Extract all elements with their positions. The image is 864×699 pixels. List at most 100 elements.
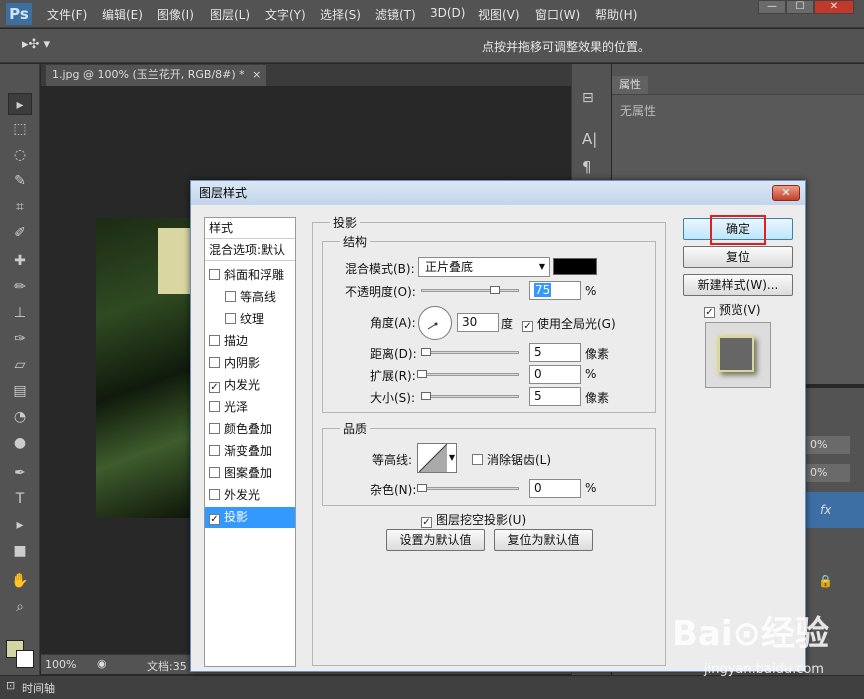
preview-option[interactable]: ✓ 预览(V) bbox=[704, 301, 761, 318]
distance-slider-track[interactable] bbox=[421, 351, 519, 354]
style-outer-glow[interactable]: 外发光 bbox=[205, 485, 295, 506]
layer-fill-field[interactable]: 0% bbox=[806, 464, 850, 482]
style-stroke[interactable]: 描边 bbox=[205, 331, 295, 352]
reset-button[interactable]: 复位 bbox=[683, 246, 793, 268]
minimize-button[interactable]: — bbox=[758, 0, 786, 14]
style-color-overlay[interactable]: 颜色叠加 bbox=[205, 419, 295, 440]
brush-tool-icon[interactable]: ✏ bbox=[8, 276, 32, 298]
pattern-overlay-checkbox[interactable] bbox=[209, 467, 220, 478]
size-input[interactable]: 5 bbox=[529, 387, 581, 406]
outer-glow-checkbox[interactable] bbox=[209, 489, 220, 500]
blend-options-item[interactable]: 混合选项:默认 bbox=[205, 240, 295, 261]
path-select-tool-icon[interactable]: ▸ bbox=[8, 514, 32, 536]
distance-input[interactable]: 5 bbox=[529, 343, 581, 362]
lasso-tool-icon[interactable]: ◌ bbox=[8, 144, 32, 166]
blur-tool-icon[interactable]: ◔ bbox=[8, 406, 32, 428]
knockout-checkbox[interactable]: ✓ bbox=[421, 517, 432, 528]
move-tool-preset-icon[interactable]: ▸✣ ▾ bbox=[22, 37, 50, 52]
menu-file[interactable]: 文件(F) bbox=[47, 6, 87, 23]
crop-tool-icon[interactable]: ⌗ bbox=[8, 196, 32, 218]
shadow-color-swatch[interactable] bbox=[553, 258, 597, 275]
menu-image[interactable]: 图像(I) bbox=[157, 6, 194, 23]
eraser-tool-icon[interactable]: ▱ bbox=[8, 354, 32, 376]
opacity-slider-track[interactable] bbox=[421, 289, 519, 292]
blend-mode-select[interactable]: 正片叠底 ▼ bbox=[418, 257, 550, 277]
noise-input[interactable]: 0 bbox=[529, 479, 581, 498]
spread-slider-track[interactable] bbox=[421, 373, 519, 376]
styles-header[interactable]: 样式 bbox=[205, 218, 295, 239]
history-brush-tool-icon[interactable]: ✑ bbox=[8, 328, 32, 350]
shape-tool-icon[interactable]: ■ bbox=[8, 540, 32, 562]
marquee-tool-icon[interactable]: ⬚ bbox=[8, 118, 32, 140]
preview-checkbox[interactable]: ✓ bbox=[704, 307, 715, 318]
pen-tool-icon[interactable]: ✒ bbox=[8, 462, 32, 484]
noise-slider-track[interactable] bbox=[421, 487, 519, 490]
background-color-swatch[interactable] bbox=[16, 650, 34, 668]
gradient-overlay-checkbox[interactable] bbox=[209, 445, 220, 456]
anti-alias-option[interactable]: 消除锯齿(L) bbox=[472, 451, 551, 468]
anti-alias-checkbox[interactable] bbox=[472, 454, 483, 465]
menu-view[interactable]: 视图(V) bbox=[478, 6, 520, 23]
hand-tool-icon[interactable]: ✋ bbox=[8, 570, 32, 592]
knockout-option[interactable]: ✓ 图层挖空投影(U) bbox=[421, 511, 526, 528]
inner-shadow-checkbox[interactable] bbox=[209, 357, 220, 368]
menu-3d[interactable]: 3D(D) bbox=[430, 6, 465, 20]
spread-input[interactable]: 0 bbox=[529, 365, 581, 384]
color-overlay-checkbox[interactable] bbox=[209, 423, 220, 434]
zoom-tool-icon[interactable]: ⌕ bbox=[8, 596, 32, 618]
reset-default-button[interactable]: 复位为默认值 bbox=[494, 529, 593, 551]
dodge-tool-icon[interactable]: ● bbox=[8, 432, 32, 454]
quick-select-tool-icon[interactable]: ✎ bbox=[8, 170, 32, 192]
bevel-emboss-checkbox[interactable] bbox=[209, 269, 220, 280]
set-default-button[interactable]: 设置为默认值 bbox=[386, 529, 485, 551]
satin-checkbox[interactable] bbox=[209, 401, 220, 412]
size-slider-thumb[interactable] bbox=[421, 392, 431, 400]
style-inner-glow[interactable]: ✓ 内发光 bbox=[205, 375, 295, 396]
menu-layer[interactable]: 图层(L) bbox=[210, 6, 250, 23]
style-texture[interactable]: 纹理 bbox=[205, 309, 295, 330]
menu-filter[interactable]: 滤镜(T) bbox=[375, 6, 416, 23]
restore-button[interactable]: ☐ bbox=[786, 0, 814, 14]
menu-help[interactable]: 帮助(H) bbox=[595, 6, 637, 23]
style-inner-shadow[interactable]: 内阴影 bbox=[205, 353, 295, 374]
character-panel-icon[interactable]: A| bbox=[582, 130, 597, 148]
document-tab-close-icon[interactable]: × bbox=[252, 68, 261, 81]
stamp-tool-icon[interactable]: ⊥ bbox=[8, 302, 32, 324]
healing-brush-tool-icon[interactable]: ✚ bbox=[8, 250, 32, 272]
style-bevel-emboss[interactable]: 斜面和浮雕 bbox=[205, 265, 295, 286]
zoom-level[interactable]: 100% bbox=[45, 658, 76, 671]
global-light-checkbox[interactable]: ✓ bbox=[522, 321, 533, 332]
layer-opacity-field[interactable]: 0% bbox=[806, 436, 850, 454]
stroke-checkbox[interactable] bbox=[209, 335, 220, 346]
style-satin[interactable]: 光泽 bbox=[205, 397, 295, 418]
dialog-close-button[interactable]: ✕ bbox=[772, 185, 800, 201]
paragraph-panel-icon[interactable]: ¶ bbox=[582, 158, 592, 176]
contour-dropdown-icon[interactable]: ▼ bbox=[449, 453, 455, 462]
properties-tab[interactable]: 属性 bbox=[612, 76, 648, 94]
move-tool-icon[interactable]: ▸ bbox=[8, 93, 32, 115]
opacity-slider-thumb[interactable] bbox=[490, 286, 500, 294]
timeline-icon[interactable]: ⊡ bbox=[6, 679, 15, 692]
global-light-option[interactable]: ✓ 使用全局光(G) bbox=[522, 315, 616, 332]
menu-window[interactable]: 窗口(W) bbox=[535, 6, 580, 23]
angle-input[interactable]: 30 bbox=[457, 313, 499, 332]
contour-picker[interactable]: ▼ bbox=[417, 443, 457, 473]
document-tab[interactable]: 1.jpg @ 100% (玉兰花开, RGB/8#) * × bbox=[46, 65, 266, 86]
menu-select[interactable]: 选择(S) bbox=[320, 6, 361, 23]
close-window-button[interactable]: ✕ bbox=[814, 0, 854, 14]
menu-edit[interactable]: 编辑(E) bbox=[102, 6, 143, 23]
selected-layer-row[interactable]: fx bbox=[806, 492, 864, 528]
style-gradient-overlay[interactable]: 渐变叠加 bbox=[205, 441, 295, 462]
menu-type[interactable]: 文字(Y) bbox=[265, 6, 306, 23]
opacity-input[interactable]: 75 bbox=[529, 281, 581, 300]
spread-slider-thumb[interactable] bbox=[417, 370, 427, 378]
history-panel-icon[interactable]: ⊟ bbox=[582, 90, 594, 106]
noise-slider-thumb[interactable] bbox=[417, 484, 427, 492]
inner-glow-checkbox[interactable]: ✓ bbox=[209, 382, 220, 393]
texture-checkbox[interactable] bbox=[225, 313, 236, 324]
size-slider-track[interactable] bbox=[421, 395, 519, 398]
new-style-button[interactable]: 新建样式(W)... bbox=[683, 274, 793, 296]
drop-shadow-checkbox[interactable]: ✓ bbox=[209, 514, 220, 525]
gradient-tool-icon[interactable]: ▤ bbox=[8, 380, 32, 402]
distance-slider-thumb[interactable] bbox=[421, 348, 431, 356]
